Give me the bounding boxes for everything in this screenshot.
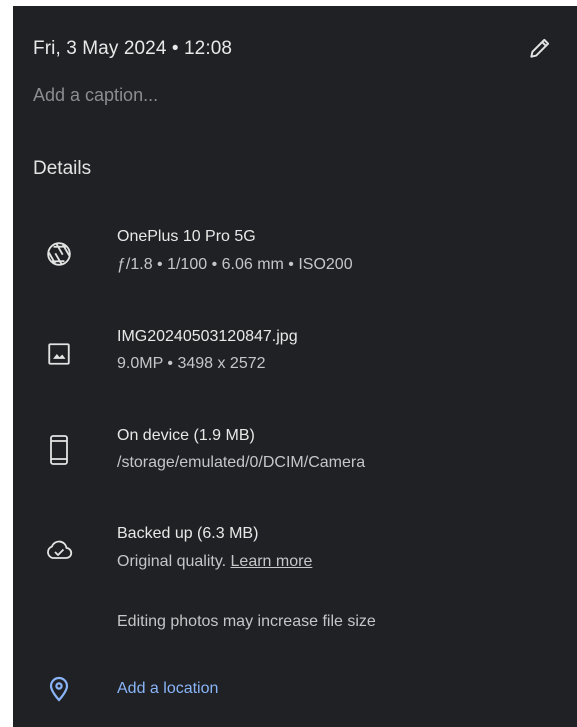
camera-shutter-icon — [43, 238, 75, 270]
pencil-icon — [527, 35, 553, 66]
storage-details-row: On device (1.9 MB) /storage/emulated/0/D… — [13, 424, 577, 480]
backup-quality-text: Original quality. — [117, 553, 231, 570]
add-location-link[interactable]: Add a location — [117, 680, 218, 698]
file-info: 9.0MP • 3498 x 2572 — [117, 355, 266, 372]
backup-title: Backed up (6.3 MB) — [117, 525, 259, 542]
image-icon — [43, 338, 75, 370]
location-pin-icon[interactable] — [45, 674, 73, 704]
storage-path: /storage/emulated/0/DCIM/Camera — [117, 454, 366, 471]
learn-more-link[interactable]: Learn more — [231, 553, 313, 570]
photo-date-time: Fri, 3 May 2024 • 12:08 — [33, 38, 233, 59]
phone-icon — [43, 434, 75, 466]
details-heading: Details — [33, 158, 92, 179]
backup-quality: Original quality. Learn more — [117, 553, 312, 571]
photo-info-panel: Fri, 3 May 2024 • 12:08 Details OnePlus … — [13, 6, 577, 727]
backup-details-row: Backed up (6.3 MB) Original quality. Lea… — [13, 522, 577, 578]
cloud-done-icon — [43, 534, 75, 566]
camera-specs: ƒ/1.8 • 1/100 • 6.06 mm • ISO200 — [117, 256, 353, 273]
storage-title: On device (1.9 MB) — [117, 427, 255, 444]
camera-model: OnePlus 10 Pro 5G — [117, 228, 256, 245]
camera-details-row: OnePlus 10 Pro 5G ƒ/1.8 • 1/100 • 6.06 m… — [13, 228, 577, 284]
editing-note: Editing photos may increase file size — [117, 613, 376, 630]
file-details-row: IMG20240503120847.jpg 9.0MP • 3498 x 257… — [13, 326, 577, 382]
caption-input[interactable] — [33, 85, 513, 106]
file-name: IMG20240503120847.jpg — [117, 328, 298, 345]
edit-date-button[interactable] — [524, 34, 556, 66]
